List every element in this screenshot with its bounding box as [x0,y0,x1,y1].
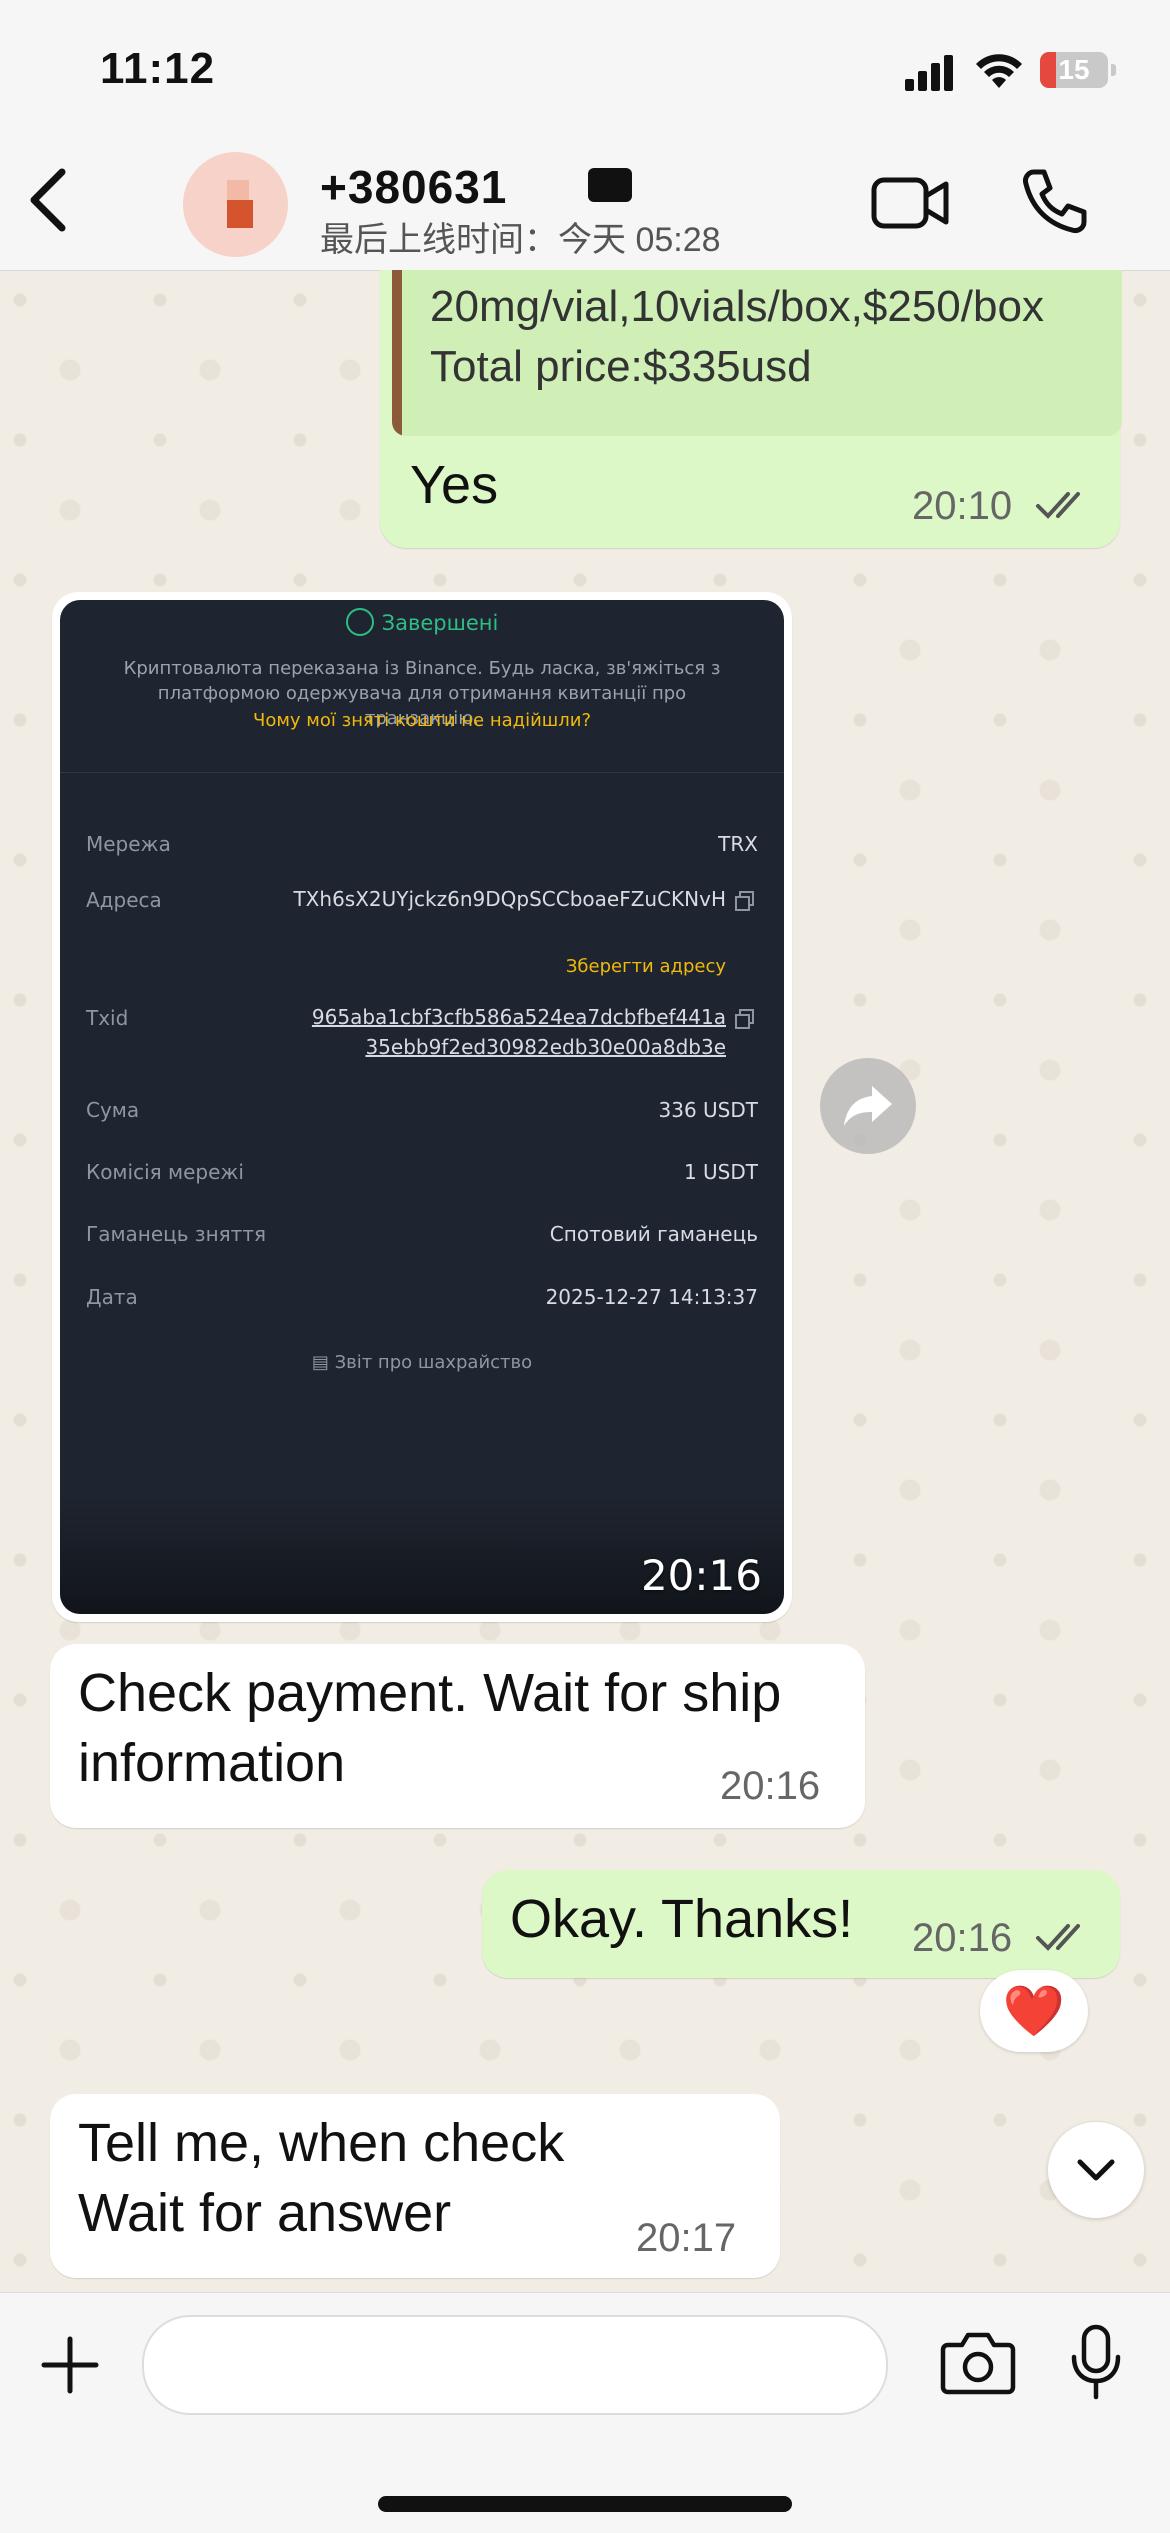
message-text: information [78,1733,346,1793]
wifi-icon [976,54,1022,88]
row-label: Сума [86,1098,140,1122]
message-text: Yes [410,455,499,515]
battery-level: 15 [1058,54,1090,85]
scroll-to-bottom-button[interactable] [1048,2122,1144,2218]
report-icon: ▤ [311,1352,329,1373]
message-text: Tell me, when check [78,2113,565,2173]
report-fraud-link: ▤ Звіт про шахрайство [311,1352,533,1373]
row-value: TXh6sX2UYjckz6n9DQpSCCboaeFZuCKNvH [293,887,726,911]
home-indicator [378,2496,792,2512]
quote-line: Total price:$335usd [430,342,812,391]
message-time: 20:17 [636,2216,737,2260]
camera-icon[interactable] [940,2329,1016,2395]
row-value: 1 USDT [683,1160,758,1184]
save-address-link: Зберегти адресу [565,956,726,977]
message-time: 20:16 [912,1916,1013,1960]
plus-icon[interactable] [38,2333,102,2397]
forward-icon [844,1086,892,1126]
heart-reaction[interactable]: ❤️ [980,1970,1088,2052]
double-check-icon [1036,1924,1080,1951]
chevron-left-icon[interactable] [18,160,78,240]
row-label: Мережа [86,832,171,856]
row-label: Комісія мережі [86,1160,244,1184]
message-text: Check payment. Wait for ship [78,1663,782,1723]
message-input-bar [0,2292,1170,2533]
divider [60,772,784,773]
chat-header: +380631 最后上线时间：今天 05:28 [0,140,1170,271]
row-value: Спотовий гаманець [549,1222,758,1246]
phone-icon[interactable] [1020,166,1090,236]
avatar[interactable] [183,152,288,257]
last-seen-status: 最后上线时间：今天 05:28 [320,221,721,259]
row-value: 336 USDT [658,1098,758,1122]
chevron-down-icon [1077,2159,1115,2181]
image-message[interactable]: Завершені Криптовалюта переказана із Bin… [52,592,792,1622]
help-link: Чому мої зняті кошти не надійшли? [253,710,591,731]
message-time: 20:10 [912,484,1013,528]
message-incoming[interactable]: Check payment. Wait for ship information… [50,1644,865,1828]
forward-button[interactable] [820,1058,916,1154]
message-text: Okay. Thanks! [510,1889,854,1949]
transaction-screenshot[interactable]: Завершені Криптовалюта переказана із Bin… [60,600,784,1614]
contact-name[interactable]: +380631 [320,160,507,214]
status-completed: Завершені [60,608,784,638]
row-value: 2025-12-27 14:13:37 [545,1285,758,1309]
quoted-message[interactable]: 20mg/vial,10vials/box,$250/box Total pri… [392,270,1122,436]
copy-icon [735,891,754,911]
status-time: 11:12 [100,44,216,93]
status-bar: 11:12 15 [0,0,1170,140]
signal-icon [905,55,955,91]
copy-icon [735,1009,754,1029]
redaction-mark [548,164,648,210]
battery-icon: 15 [1040,52,1116,88]
check-circle-icon [345,608,374,636]
row-value: TRX [718,832,758,856]
quote-line: 20mg/vial,10vials/box,$250/box [430,282,1044,331]
message-outgoing[interactable]: Okay. Thanks! 20:16 [482,1870,1120,1978]
message-text: Wait for answer [78,2183,452,2243]
microphone-icon[interactable] [1070,2323,1122,2403]
row-label: Дата [86,1285,138,1309]
row-label: Адреса [86,888,162,912]
row-label: Гаманець зняття [86,1222,267,1246]
message-time: 20:16 [640,1551,762,1600]
message-incoming[interactable]: Tell me, when check Wait for answer 20:1… [50,2094,780,2278]
row-label: Txid [86,1006,129,1030]
row-value: 965aba1cbf3cfb586a524ea7dcbfbef441a35ebb… [311,1005,726,1059]
double-check-icon [1036,492,1080,519]
message-input[interactable] [142,2315,888,2415]
video-camera-icon[interactable] [870,170,950,236]
message-outgoing[interactable]: 20mg/vial,10vials/box,$250/box Total pri… [380,270,1122,548]
message-time: 20:16 [720,1764,821,1808]
